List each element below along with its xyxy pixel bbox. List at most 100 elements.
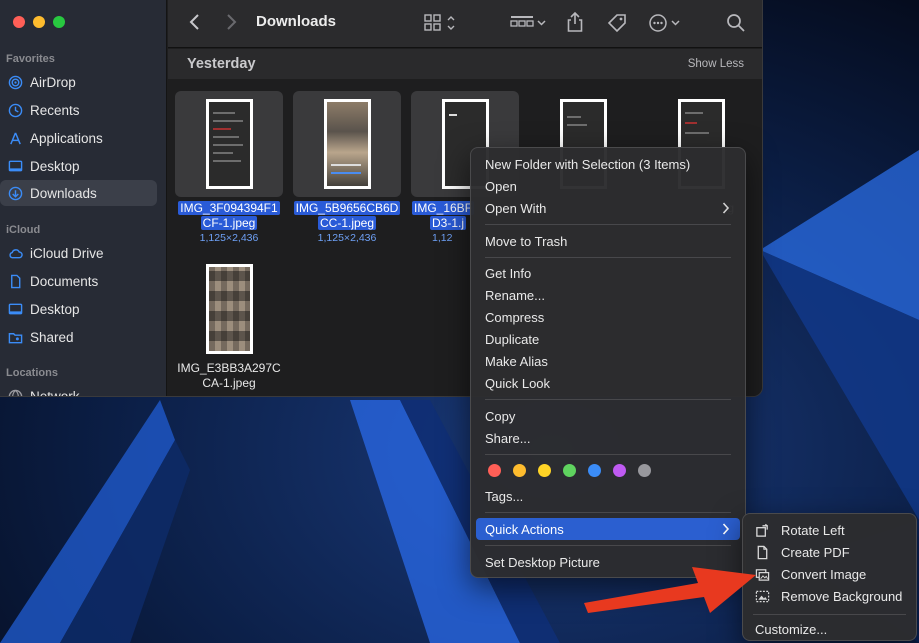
file-thumbnail — [175, 261, 283, 357]
sidebar-item-label: AirDrop — [30, 74, 76, 90]
menu-item-compress[interactable]: Compress — [476, 306, 740, 328]
minimize-window-button[interactable] — [33, 16, 45, 28]
sidebar-item-label: Applications — [30, 130, 103, 146]
chevron-right-icon — [722, 202, 730, 214]
sidebar-item-desktop[interactable]: Desktop — [0, 153, 157, 179]
file-dimensions: 1,125×2,436 — [199, 232, 259, 244]
share-icon — [567, 11, 583, 32]
menu-item-new-folder-with-selection[interactable]: New Folder with Selection (3 Items) — [476, 153, 740, 175]
sidebar-item-icloud-drive[interactable]: iCloud Drive — [0, 240, 157, 266]
file-thumbnail — [175, 91, 283, 197]
window-controls — [13, 16, 65, 28]
chevron-right-icon — [722, 523, 730, 535]
sidebar-item-downloads[interactable]: Downloads — [0, 180, 157, 206]
document-icon — [11, 274, 21, 288]
menu-separator — [485, 257, 731, 258]
tag-gray[interactable] — [638, 464, 651, 477]
show-less-button[interactable]: Show Less — [688, 58, 744, 70]
zoom-window-button[interactable] — [53, 16, 65, 28]
sidebar-item-label: Network — [30, 388, 80, 397]
sidebar-item-label: Desktop — [30, 158, 80, 174]
quick-actions-submenu: Rotate Left Create PDF Convert Image Rem… — [742, 513, 917, 641]
sidebar-item-recents[interactable]: Recents — [0, 97, 157, 123]
tag-orange[interactable] — [513, 464, 526, 477]
submenu-item-create-pdf[interactable]: Create PDF — [755, 541, 850, 563]
submenu-item-remove-background[interactable]: Remove Background — [755, 585, 902, 607]
tag-blue[interactable] — [588, 464, 601, 477]
menu-item-move-to-trash[interactable]: Move to Trash — [476, 230, 740, 252]
file-item[interactable]: IMG_3F094394F1 CF-1.jpeg 1,125×2,436 — [174, 91, 284, 244]
downloads-icon — [8, 186, 23, 200]
sidebar-item-airdrop[interactable]: AirDrop — [0, 69, 157, 95]
menu-item-rename[interactable]: Rename... — [476, 284, 740, 306]
desktop-icon — [8, 160, 23, 171]
cloud-icon — [9, 248, 23, 258]
tag-red[interactable] — [488, 464, 501, 477]
share-button[interactable] — [566, 11, 584, 33]
annotation-arrow — [584, 567, 756, 613]
group-by-button[interactable] — [510, 13, 548, 33]
menu-item-quick-actions[interactable]: Quick Actions — [476, 518, 740, 540]
file-name: IMG_3F094394F1 CF-1.jpeg — [178, 201, 280, 230]
file-item[interactable]: IMG_E3BB3A297C CA-1.jpeg — [174, 261, 284, 391]
sidebar-item-label: Desktop — [30, 301, 80, 317]
sidebar-item-network[interactable]: Network — [0, 383, 157, 397]
back-button[interactable] — [188, 12, 202, 32]
group-title: Yesterday — [187, 56, 256, 72]
sidebar-item-documents[interactable]: Documents — [0, 268, 157, 294]
menu-item-copy[interactable]: Copy — [476, 405, 740, 427]
close-window-button[interactable] — [13, 16, 25, 28]
group-header: Yesterday Show Less — [168, 49, 762, 79]
file-name: IMG_E3BB3A297C CA-1.jpeg — [177, 361, 281, 390]
desktop-icon — [8, 303, 23, 314]
group-grid-icon — [510, 16, 546, 27]
submenu-item-customize[interactable]: Customize... — [755, 618, 827, 640]
window-title: Downloads — [256, 13, 337, 30]
tag-green[interactable] — [563, 464, 576, 477]
file-name: IMG_5B9656CB6D CC-1.jpeg — [293, 201, 401, 230]
menu-item-make-alias[interactable]: Make Alias — [476, 350, 740, 372]
chevron-left-icon — [189, 14, 199, 30]
menu-item-share[interactable]: Share... — [476, 427, 740, 449]
forward-button[interactable] — [224, 12, 238, 32]
submenu-item-rotate-left[interactable]: Rotate Left — [755, 519, 845, 541]
tag-button[interactable] — [606, 12, 628, 34]
sidebar-item-applications[interactable]: Applications — [0, 125, 157, 151]
file-dimensions: 1,125×2,436 — [317, 232, 377, 244]
search-button[interactable] — [726, 13, 746, 33]
menu-separator — [485, 454, 731, 455]
more-actions-button[interactable] — [648, 12, 684, 34]
menu-item-quick-look[interactable]: Quick Look — [476, 372, 740, 394]
toolbar: Downloads — [168, 0, 762, 48]
search-icon — [727, 14, 745, 32]
sidebar-item-label: Documents — [30, 273, 99, 289]
menu-separator — [753, 614, 906, 615]
sidebar-item-icloud-desktop[interactable]: Desktop — [0, 296, 157, 322]
ellipsis-circle-icon — [649, 14, 680, 32]
tag-color-picker — [488, 464, 651, 477]
menu-item-open-with[interactable]: Open With — [476, 197, 740, 219]
sidebar: Favorites AirDrop Recents Applications D… — [0, 0, 167, 397]
view-mode-button[interactable] — [424, 13, 460, 33]
sidebar-item-label: Downloads — [30, 185, 97, 201]
menu-separator — [485, 224, 731, 225]
sidebar-section-favorites: Favorites — [6, 53, 55, 65]
menu-separator — [485, 545, 731, 546]
chevron-right-icon — [227, 14, 237, 30]
menu-separator — [485, 399, 731, 400]
menu-item-tags[interactable]: Tags... — [476, 485, 740, 507]
menu-item-open[interactable]: Open — [476, 175, 740, 197]
tag-yellow[interactable] — [538, 464, 551, 477]
sidebar-item-shared[interactable]: Shared — [0, 324, 157, 350]
menu-item-duplicate[interactable]: Duplicate — [476, 328, 740, 350]
sidebar-item-label: Recents — [30, 102, 80, 118]
tag-icon — [607, 14, 626, 33]
tag-purple[interactable] — [613, 464, 626, 477]
menu-item-get-info[interactable]: Get Info — [476, 262, 740, 284]
menu-separator — [485, 512, 731, 513]
sidebar-item-label: iCloud Drive — [30, 245, 104, 261]
submenu-item-convert-image[interactable]: Convert Image — [755, 563, 866, 585]
sidebar-section-locations: Locations — [6, 367, 58, 379]
context-menu: New Folder with Selection (3 Items) Open… — [470, 147, 746, 578]
file-item[interactable]: IMG_5B9656CB6D CC-1.jpeg 1,125×2,436 — [292, 91, 402, 244]
